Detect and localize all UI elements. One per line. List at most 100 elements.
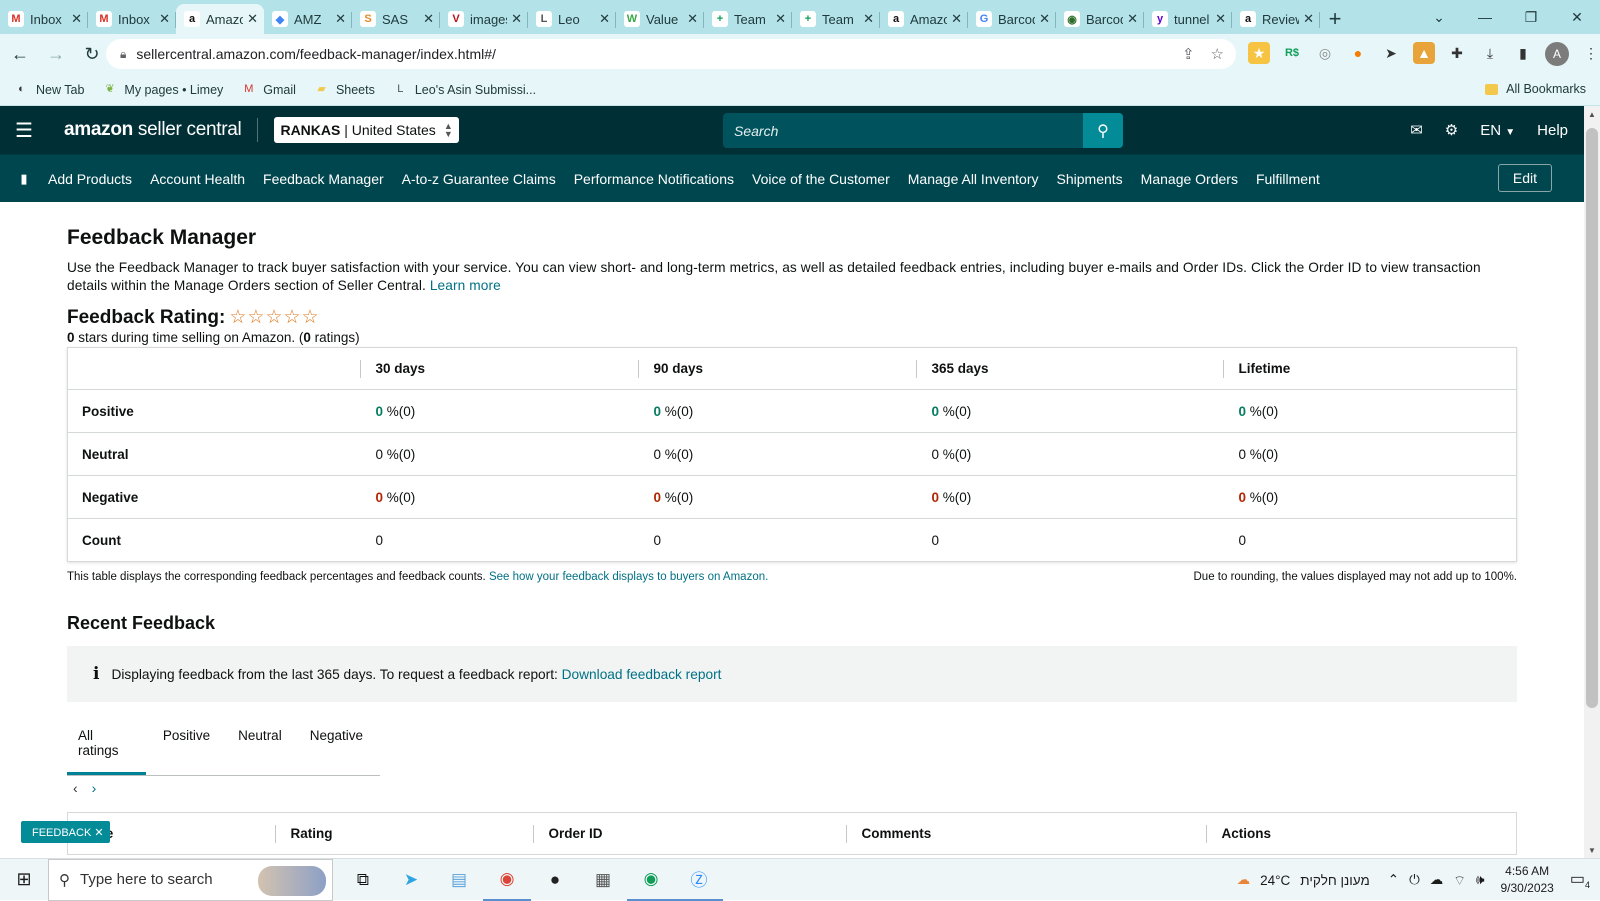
weather-text[interactable]: מעונן חלקית [1300, 873, 1369, 888]
language-selector[interactable]: EN ▼ [1480, 122, 1515, 139]
zoom-icon[interactable]: Ⓩ [675, 859, 723, 901]
puzzle-icon[interactable]: ✚ [1446, 42, 1468, 64]
help-link[interactable]: Help [1537, 122, 1568, 139]
close-tab-icon[interactable]: ✕ [335, 11, 346, 27]
address-bar[interactable]: 🔒︎ sellercentral.amazon.com/feedback-man… [106, 39, 1236, 69]
minimize-button[interactable]: — [1462, 0, 1508, 34]
scroll-down-arrow[interactable]: ▼ [1584, 842, 1600, 858]
forward-button[interactable]: → [40, 38, 72, 70]
close-tab-icon[interactable]: ✕ [687, 11, 698, 27]
feedback-column-header[interactable]: Actions [1205, 813, 1517, 855]
extension-icon[interactable]: ➤ [1380, 42, 1402, 64]
weather-temp[interactable]: 24°C [1260, 873, 1290, 888]
mail-icon[interactable]: ✉ [1410, 121, 1423, 139]
close-tab-icon[interactable]: ✕ [423, 11, 434, 27]
bookmark-icon[interactable]: ▮ [0, 171, 48, 187]
system-clock[interactable]: 4:56 AM 9/30/2023 [1500, 863, 1553, 897]
task-view-icon[interactable]: ⧉ [339, 859, 387, 901]
bookmark-item[interactable]: M Gmail [241, 82, 296, 97]
search-input[interactable]: Search ⚲ [723, 113, 1123, 148]
bookmark-item[interactable]: ◐ New Tab [14, 82, 84, 97]
side-panel-icon[interactable]: ▮ [1512, 42, 1534, 64]
close-tab-icon[interactable]: ✕ [511, 11, 522, 27]
restore-button[interactable]: ❐ [1508, 0, 1554, 34]
bookmark-item[interactable]: ▰ Sheets [314, 82, 375, 97]
feedback-display-link[interactable]: See how your feedback displays to buyers… [489, 571, 768, 583]
volume-icon[interactable]: 🕪︎ [1476, 872, 1485, 888]
marketplace-selector[interactable]: RANKAS | United States ▲ ▼ [274, 117, 459, 143]
profile-avatar[interactable]: A [1545, 42, 1569, 66]
notifications-icon[interactable]: ▭4 [1570, 869, 1590, 890]
notepad-icon[interactable]: ▤ [435, 859, 483, 901]
scroll-up-arrow[interactable]: ▲ [1584, 106, 1600, 122]
chevron-left-icon[interactable]: ‹ [73, 780, 78, 796]
nav-item[interactable]: Add Products [48, 171, 132, 187]
taskbar-search-input[interactable]: ⚲ Type here to search [48, 858, 333, 901]
rating-filter-tab[interactable]: All ratings [67, 720, 146, 775]
close-tab-icon[interactable]: ✕ [775, 11, 786, 27]
lock-icon[interactable]: 🔒︎ [120, 47, 126, 62]
browser-tab[interactable]: ◆ AMZ ✕ [264, 4, 352, 34]
windows-start-icon[interactable]: ⊞ [0, 859, 48, 901]
close-window-button[interactable]: ✕ [1554, 0, 1600, 34]
nav-item[interactable]: Feedback Manager [263, 171, 384, 187]
feedback-badge[interactable]: FEEDBACK ✕ [21, 821, 110, 843]
all-bookmarks-folder[interactable]: All Bookmarks [1485, 82, 1586, 96]
show-hidden-icons[interactable]: ⌃ [1388, 872, 1399, 888]
close-tab-icon[interactable]: ✕ [599, 11, 610, 27]
wifi-icon[interactable]: ⌔ [1453, 872, 1466, 889]
browser-tab[interactable]: y tunnel ✕ [1144, 4, 1232, 34]
browser-tab[interactable]: a Amazon✕ [880, 4, 968, 34]
browser-tab[interactable]: ◉ Barcode✕ [1056, 4, 1144, 34]
browser-tab[interactable]: + Team ✕ [704, 4, 792, 34]
nav-item[interactable]: Performance Notifications [574, 171, 734, 187]
browser-tab[interactable]: a Amazon✕ [176, 4, 264, 34]
feedback-column-header[interactable]: Comments [845, 813, 1206, 855]
seller-central-logo[interactable]: amazon seller central [64, 119, 242, 141]
browser-tab[interactable]: S SAS ✕ [352, 4, 440, 34]
new-tab-button[interactable]: + [1320, 4, 1350, 34]
feedback-column-header[interactable]: Order ID [532, 813, 846, 855]
search-button[interactable]: ⚲ [1083, 113, 1123, 148]
back-button[interactable]: ← [4, 38, 36, 70]
close-tab-icon[interactable]: ✕ [951, 11, 962, 27]
bookmark-star-icon[interactable]: ☆ [1211, 45, 1224, 63]
extension-icon[interactable]: ◎ [1314, 42, 1336, 64]
feedback-column-header[interactable]: Rating [274, 813, 533, 855]
close-tab-icon[interactable]: ✕ [1127, 11, 1138, 27]
hamburger-menu-icon[interactable]: ☰ [0, 106, 48, 154]
calculator-icon[interactable]: ▦ [579, 859, 627, 901]
chevron-right-icon[interactable]: › [92, 780, 97, 796]
nav-item[interactable]: Fulfillment [1256, 171, 1320, 187]
rating-filter-tab[interactable]: Negative [299, 720, 374, 775]
browser-menu-icon[interactable]: ⋮ [1580, 42, 1600, 64]
telegram-icon[interactable]: ➤ [387, 859, 435, 901]
nav-item[interactable]: A-to-z Guarantee Claims [402, 171, 556, 187]
download-report-link[interactable]: Download feedback report [562, 667, 722, 682]
edit-nav-button[interactable]: Edit [1497, 164, 1552, 192]
app-icon[interactable]: ● [531, 859, 579, 901]
close-tab-icon[interactable]: ✕ [247, 11, 258, 27]
tab-search-icon[interactable]: ⌄ [1416, 0, 1462, 34]
nav-item[interactable]: Manage Orders [1141, 171, 1238, 187]
usb-icon[interactable]: ⏻ [1409, 872, 1420, 888]
nav-item[interactable]: Shipments [1057, 171, 1123, 187]
browser-tab[interactable]: Vimages✕ [440, 4, 528, 34]
browser-tab[interactable]: M Inbox ✕ [88, 4, 176, 34]
rating-filter-tab[interactable]: Neutral [227, 720, 293, 775]
close-tab-icon[interactable]: ✕ [71, 11, 82, 27]
close-tab-icon[interactable]: ✕ [159, 11, 170, 27]
extension-icon[interactable]: ★ [1248, 42, 1270, 64]
browser-tab[interactable]: a Reviews✕ [1232, 4, 1320, 34]
extension-icon[interactable]: ● [1347, 42, 1369, 64]
close-tab-icon[interactable]: ✕ [863, 11, 874, 27]
close-tab-icon[interactable]: ✕ [1215, 11, 1226, 27]
nav-item[interactable]: Account Health [150, 171, 245, 187]
scrollbar-thumb[interactable] [1586, 128, 1598, 708]
extension-icon[interactable]: ▲ [1413, 42, 1435, 64]
page-scrollbar[interactable]: ▲ ▼ [1584, 106, 1600, 858]
close-tab-icon[interactable]: ✕ [1303, 11, 1314, 27]
bookmark-item[interactable]: L Leo's Asin Submissi... [393, 82, 536, 97]
onedrive-icon[interactable]: ☁ [1430, 872, 1444, 888]
close-tab-icon[interactable]: ✕ [1039, 11, 1050, 27]
